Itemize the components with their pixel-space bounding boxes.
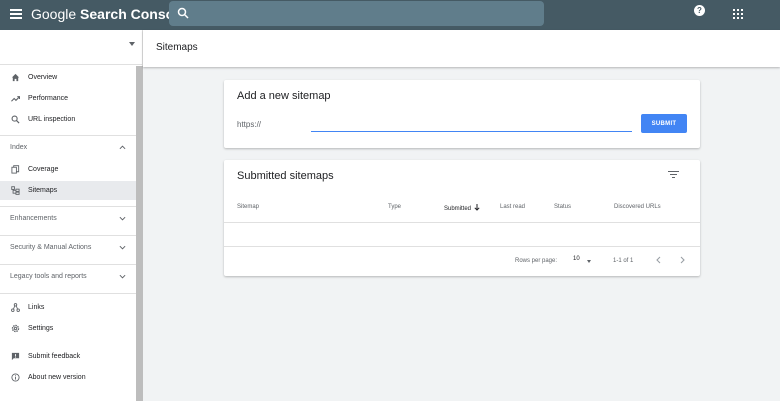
- section-label: Enhancements: [10, 215, 57, 222]
- page-title: Sitemaps: [156, 42, 198, 53]
- pagination-range: 1-1 of 1: [613, 258, 634, 264]
- chevron-down-icon: [119, 245, 126, 250]
- app-bar: Google Search Console ?: [0, 0, 780, 30]
- sidebar-item-settings[interactable]: Settings: [0, 319, 136, 338]
- sidebar-item-label: Settings: [28, 325, 54, 332]
- arrow-down-icon: [474, 204, 480, 211]
- divider: [0, 293, 136, 294]
- sidebar-item-label: Coverage: [28, 166, 59, 173]
- filter-icon[interactable]: [668, 170, 679, 179]
- chevron-down-icon: [119, 216, 126, 221]
- section-index[interactable]: Index: [0, 136, 136, 160]
- column-header-type[interactable]: Type: [388, 204, 401, 210]
- sidebar-item-label: Performance: [28, 95, 69, 102]
- column-header-last-read[interactable]: Last read: [500, 204, 525, 210]
- home-icon: [11, 73, 20, 82]
- rows-per-page-label: Rows per page:: [515, 258, 558, 264]
- info-icon: [11, 373, 20, 382]
- sidebar-item-label: Links: [28, 304, 45, 311]
- sidebar-item-label: URL inspection: [28, 116, 76, 123]
- search-bar[interactable]: [169, 1, 544, 26]
- section-enhancements[interactable]: Enhancements: [0, 207, 136, 231]
- sitemap-icon: [11, 186, 20, 195]
- caret-down-icon: [587, 260, 591, 263]
- sitemap-url-input[interactable]: [311, 118, 632, 132]
- add-sitemap-title: Add a new sitemap: [237, 90, 331, 102]
- sidebar-item-about-new-version[interactable]: About new version: [0, 368, 136, 387]
- property-selector[interactable]: [0, 30, 143, 65]
- divider: [224, 222, 700, 223]
- links-icon: [11, 303, 20, 312]
- section-security-manual-actions[interactable]: Security & Manual Actions: [0, 236, 136, 260]
- sidebar-item-coverage[interactable]: Coverage: [0, 160, 136, 179]
- caret-down-icon: [129, 42, 135, 46]
- url-prefix: https://: [237, 120, 262, 129]
- sidebar-item-label: Overview: [28, 74, 58, 81]
- search-icon: [177, 7, 189, 19]
- column-header-sitemap[interactable]: Sitemap: [237, 204, 259, 210]
- divider: [224, 246, 700, 247]
- section-legacy-tools[interactable]: Legacy tools and reports: [0, 265, 136, 289]
- feedback-icon: [11, 352, 20, 361]
- submit-button[interactable]: SUBMIT: [641, 114, 687, 133]
- sidebar-item-performance[interactable]: Performance: [0, 89, 136, 108]
- search-icon: [11, 115, 20, 124]
- brand-prefix: Google: [31, 6, 77, 22]
- sidebar-item-links[interactable]: Links: [0, 298, 136, 317]
- page-header: Sitemaps: [143, 30, 780, 67]
- sidebar-scrollbar[interactable]: [136, 66, 143, 401]
- brand-logo[interactable]: Google Search Console: [31, 6, 186, 22]
- rows-per-page-value: 10: [573, 256, 580, 262]
- rows-per-page-select[interactable]: 10: [573, 256, 591, 266]
- chevron-left-icon[interactable]: [655, 256, 663, 264]
- sidebar-item-label: About new version: [28, 374, 86, 381]
- sidebar-item-submit-feedback[interactable]: Submit feedback: [0, 347, 136, 366]
- submitted-sitemaps-card: Submitted sitemaps Sitemap Type Submitte…: [224, 160, 700, 276]
- sidebar-item-label: Sitemaps: [28, 187, 58, 194]
- chevron-down-icon: [119, 274, 126, 279]
- column-header-status[interactable]: Status: [554, 204, 571, 210]
- section-label: Index: [10, 144, 28, 151]
- sidebar-item-sitemaps[interactable]: Sitemaps: [0, 181, 136, 200]
- column-header-submitted[interactable]: Submitted: [444, 204, 480, 212]
- add-sitemap-card: Add a new sitemap https:// SUBMIT: [224, 80, 700, 148]
- section-label: Legacy tools and reports: [10, 273, 87, 280]
- chevron-right-icon[interactable]: [678, 256, 686, 264]
- apps-grid-icon[interactable]: [733, 9, 743, 19]
- column-header-label: Submitted: [444, 206, 472, 212]
- section-label: Security & Manual Actions: [10, 244, 92, 251]
- copy-icon: [11, 165, 20, 174]
- help-icon[interactable]: ?: [694, 5, 705, 16]
- gear-icon: [11, 324, 20, 333]
- sidebar: Overview Performance URL inspection Inde…: [0, 30, 143, 401]
- trending-icon: [11, 96, 20, 102]
- chevron-up-icon: [119, 145, 126, 150]
- column-header-discovered-urls[interactable]: Discovered URLs: [614, 204, 661, 210]
- menu-icon[interactable]: [10, 9, 22, 19]
- sidebar-item-overview[interactable]: Overview: [0, 68, 136, 87]
- sidebar-item-label: Submit feedback: [28, 353, 81, 360]
- sidebar-item-url-inspection[interactable]: URL inspection: [0, 110, 136, 129]
- submitted-sitemaps-title: Submitted sitemaps: [237, 170, 334, 182]
